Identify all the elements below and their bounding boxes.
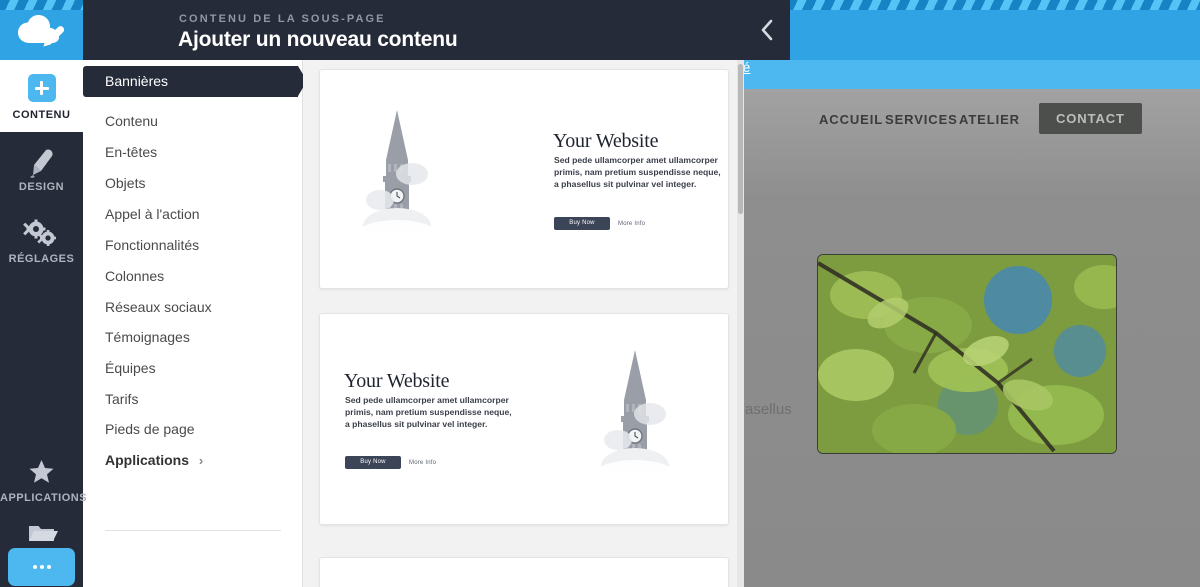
- clock-tower-photo: [350, 100, 445, 260]
- ellipsis-icon: [33, 565, 37, 569]
- chevron-right-icon: ›: [198, 453, 204, 468]
- category-label: Objets: [105, 175, 146, 191]
- rail-item-contenu[interactable]: CONTENU: [0, 60, 83, 132]
- template-card-panel[interactable]: Your Website Sed pede ullamcorper amet u…: [303, 60, 744, 587]
- collapse-panel-button[interactable]: [744, 0, 790, 60]
- template-card[interactable]: Your Website Sed pede ullamcorper amet u…: [319, 313, 729, 525]
- panel-header-kicker: CONTENU DE LA SOUS-PAGE: [179, 13, 386, 25]
- green-leaves-photo: [817, 254, 1117, 454]
- category-item-tarifs[interactable]: Tarifs: [83, 384, 303, 415]
- category-item-temoignages[interactable]: Témoignages: [83, 322, 303, 353]
- category-divider: [105, 530, 281, 531]
- cloud-brush-logo[interactable]: [17, 14, 67, 48]
- category-label: Appel à l'action: [105, 206, 200, 222]
- primary-icon-rail: CONTENU DESIGN RÉGLAGES APPLICATIONS: [0, 60, 87, 587]
- panel-scrollbar-thumb[interactable]: [738, 64, 743, 214]
- card-buy-now-button[interactable]: Buy Now: [554, 217, 610, 230]
- plus-square-icon: [0, 74, 83, 106]
- category-item-reseaux-sociaux[interactable]: Réseaux sociaux: [83, 292, 303, 323]
- category-item-colonnes[interactable]: Colonnes: [83, 261, 303, 292]
- category-item-contenu[interactable]: Contenu: [83, 106, 303, 137]
- rail-item-reglages[interactable]: RÉGLAGES: [0, 204, 83, 276]
- rail-label-design: DESIGN: [18, 181, 65, 193]
- gears-icon: [0, 218, 83, 250]
- star-icon: [0, 457, 83, 489]
- category-label: Témoignages: [105, 329, 190, 345]
- preview-nav-atelier[interactable]: ATELIER: [959, 112, 1020, 127]
- preview-paragraph-text: asellus: [745, 401, 792, 418]
- category-item-appel-action[interactable]: Appel à l'action: [83, 199, 303, 230]
- category-item-en-tetes[interactable]: En-têtes: [83, 137, 303, 168]
- preview-nav-contact-button[interactable]: CONTACT: [1039, 103, 1142, 134]
- preview-nav-accueil[interactable]: ACCUEIL: [819, 112, 883, 127]
- category-label: Fonctionnalités: [105, 237, 200, 253]
- paintbrush-icon: [0, 146, 83, 178]
- preview-site-nav: ACCUEIL SERVICES ATELIER CONTACT: [744, 89, 1200, 169]
- category-label: Pieds de page: [105, 421, 195, 437]
- panel-header: CONTENU DE LA SOUS-PAGE Ajouter un nouve…: [83, 0, 744, 60]
- category-label: Réseaux sociaux: [105, 299, 212, 315]
- card-heading: Your Website: [553, 130, 659, 152]
- folder-icon: [0, 517, 83, 549]
- category-item-objets[interactable]: Objets: [83, 168, 303, 199]
- rail-label-reglages: RÉGLAGES: [8, 253, 75, 265]
- content-category-list: Bannières Contenu En-têtes Objets Appel …: [83, 60, 307, 587]
- category-item-bannieres[interactable]: Bannières: [83, 66, 307, 97]
- card-buy-now-button[interactable]: Buy Now: [345, 456, 401, 469]
- clock-tower-photo: [588, 340, 683, 500]
- category-item-applications[interactable]: Applications ›: [83, 445, 303, 476]
- category-label: Contenu: [105, 113, 158, 129]
- category-item-pieds-de-page[interactable]: Pieds de page: [83, 414, 303, 445]
- page-title: Ajouter un nouveau contenu: [178, 28, 458, 51]
- rail-label-contenu: CONTENU: [12, 109, 71, 121]
- card-more-info-link[interactable]: More Info: [618, 221, 645, 227]
- template-card[interactable]: Your Website Sed pede ullamcorper amet u…: [319, 69, 729, 289]
- preview-nav-services[interactable]: SERVICES: [885, 112, 958, 127]
- category-item-equipes[interactable]: Équipes: [83, 353, 303, 384]
- card-more-info-link[interactable]: More Info: [409, 460, 436, 466]
- card-heading: Your Website: [344, 370, 450, 392]
- card-body-text: Sed pede ullamcorper amet ullamcorper pr…: [345, 395, 512, 430]
- chevron-left-icon: [761, 19, 773, 41]
- category-label: Applications: [105, 452, 190, 468]
- template-card[interactable]: [319, 557, 729, 587]
- category-item-fonctionnalites[interactable]: Fonctionnalités: [83, 230, 303, 261]
- more-options-button[interactable]: [8, 548, 75, 586]
- category-label: Équipes: [105, 360, 156, 376]
- category-label: En-têtes: [105, 144, 158, 160]
- category-label: Colonnes: [105, 268, 165, 284]
- category-label: Bannières: [105, 73, 169, 89]
- category-label: Tarifs: [105, 391, 139, 407]
- card-body-text: Sed pede ullamcorper amet ullamcorper pr…: [554, 155, 721, 190]
- rail-item-design[interactable]: DESIGN: [0, 132, 83, 204]
